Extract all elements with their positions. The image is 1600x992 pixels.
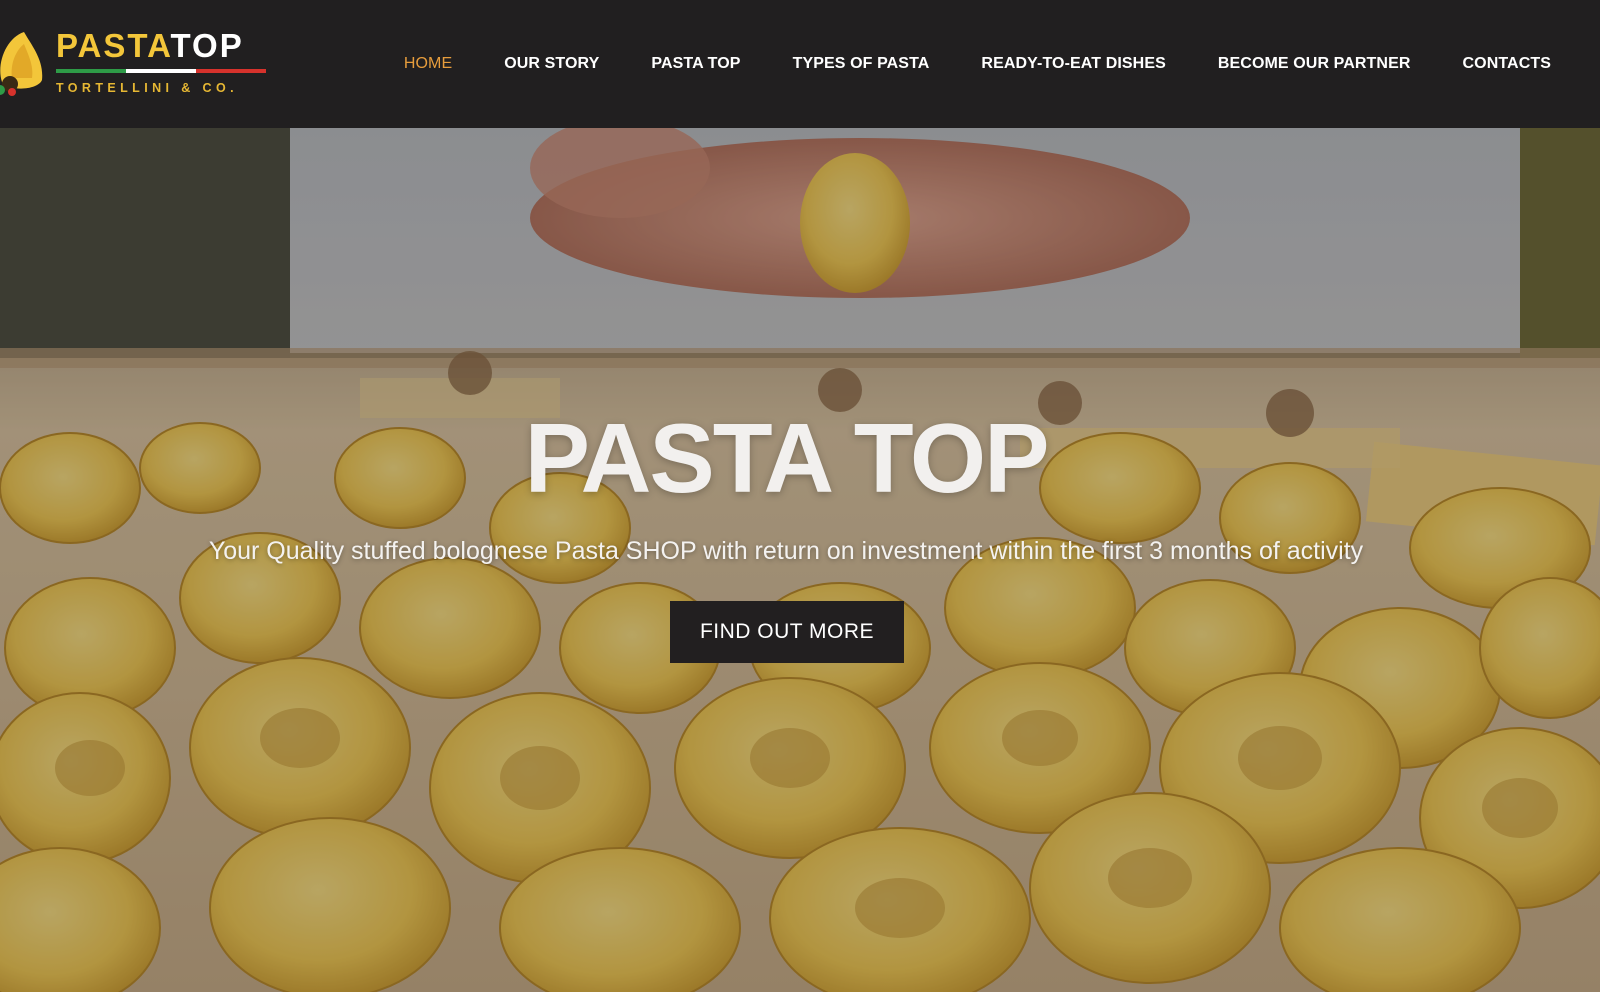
main-navigation: HOME OUR STORY PASTA TOP TYPES OF PASTA … [404, 54, 1551, 74]
site-header: PASTATOP TORTELLINI & CO. HOME OUR STORY… [0, 0, 1600, 128]
italian-flag-stripe [56, 69, 266, 73]
find-out-more-button[interactable]: FIND OUT MORE [670, 601, 904, 663]
nav-item-our-story[interactable]: OUR STORY [504, 54, 599, 74]
nav-item-home[interactable]: HOME [404, 54, 452, 74]
brand-wordmark: PASTATOP [56, 26, 244, 66]
site-logo[interactable]: PASTATOP TORTELLINI & CO. [0, 24, 280, 104]
hero-subtitle: Your Quality stuffed bolognese Pasta SHO… [208, 537, 1364, 565]
brand-name-part1: PASTA [56, 27, 171, 64]
brand-tagline: TORTELLINI & CO. [56, 81, 238, 95]
hero-title: PASTA TOP [524, 403, 1050, 513]
tortellino-logo-icon [0, 32, 43, 96]
brand-name-part2: TOP [170, 27, 244, 64]
nav-item-become-our-partner[interactable]: BECOME OUR PARTNER [1218, 54, 1411, 74]
nav-item-pasta-top[interactable]: PASTA TOP [651, 54, 740, 74]
hero-section: PASTA TOP Your Quality stuffed bolognese… [0, 128, 1600, 992]
nav-item-contacts[interactable]: CONTACTS [1463, 54, 1552, 74]
nav-item-ready-to-eat-dishes[interactable]: READY-TO-EAT DISHES [981, 54, 1165, 74]
nav-item-types-of-pasta[interactable]: TYPES OF PASTA [793, 54, 930, 74]
